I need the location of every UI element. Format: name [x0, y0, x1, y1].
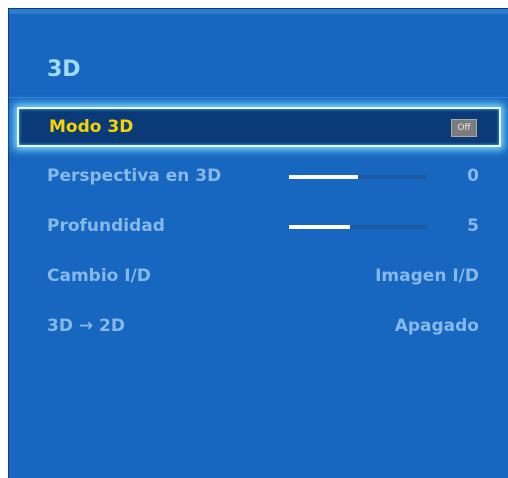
menu-item-value: 5	[467, 216, 479, 236]
slider-fill	[289, 225, 350, 229]
slider-fill	[289, 175, 358, 179]
panel-top-border	[9, 9, 508, 14]
title-divider	[9, 97, 508, 98]
menu-item-label: 3D → 2D	[47, 316, 125, 336]
menu-item-modo-3d[interactable]: Modo 3D Off	[17, 107, 501, 147]
menu-item-label: Perspectiva en 3D	[47, 166, 222, 186]
menu-item-3d-to-2d[interactable]: 3D → 2D Apagado	[17, 307, 501, 347]
depth-slider[interactable]	[289, 225, 427, 229]
menu-item-cambio-id[interactable]: Cambio I/D Imagen I/D	[17, 257, 501, 297]
menu-item-label: Profundidad	[47, 216, 165, 236]
perspective-slider[interactable]	[289, 175, 427, 179]
menu-item-label: Modo 3D	[49, 117, 134, 137]
menu-item-value: Apagado	[394, 316, 479, 336]
menu-title: 3D	[47, 57, 81, 82]
menu-item-label: Cambio I/D	[47, 266, 151, 286]
menu-item-profundidad[interactable]: Profundidad 5	[17, 207, 501, 247]
settings-panel: 3D Modo 3D Off Perspectiva en 3D 0 Profu…	[8, 8, 508, 478]
menu-item-value: 0	[467, 166, 479, 186]
menu-item-value: Imagen I/D	[375, 266, 479, 286]
off-toggle[interactable]: Off	[451, 119, 477, 137]
menu-item-perspectiva-3d[interactable]: Perspectiva en 3D 0	[17, 157, 501, 197]
